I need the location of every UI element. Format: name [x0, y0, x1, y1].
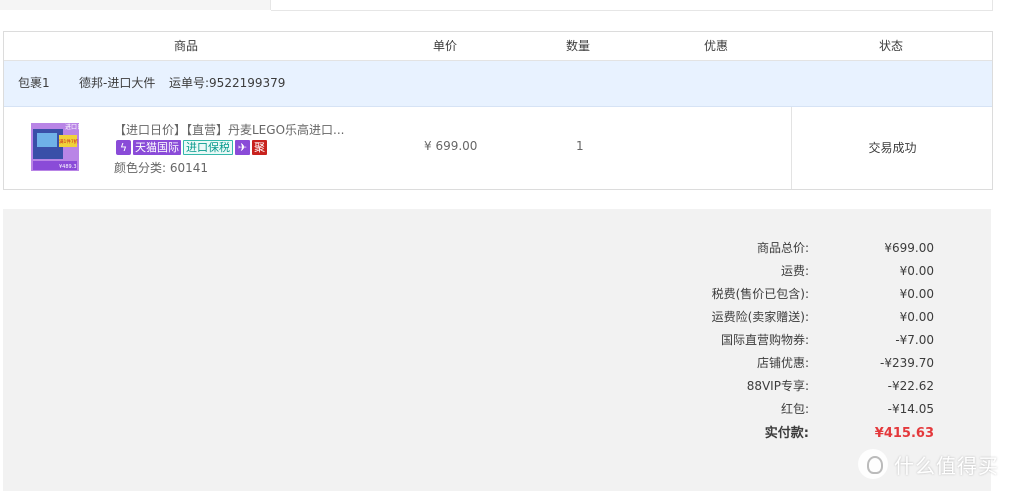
juhuasuan-badge: 聚 — [252, 139, 267, 155]
summary-value: ¥0.00 — [899, 287, 934, 301]
product-color-variant: 颜色分类: 60141 — [114, 161, 209, 175]
summary-label: 运费险(卖家赠送): — [711, 310, 809, 324]
summary-value: ¥0.00 — [899, 310, 934, 324]
thumb-price-text: ¥489.3 — [59, 164, 77, 170]
watermark: 什么值得买 — [858, 447, 999, 481]
thumb-promo-text: 满1件7折 — [59, 138, 79, 145]
package-row: 包裹1 德邦-进口大件 运单号:9522199379 — [4, 61, 992, 107]
package-tracking-number[interactable]: 运单号:9522199379 — [169, 61, 285, 106]
table-header: 商品 单价 数量 优惠 状态 — [4, 32, 992, 61]
summary-label: 红包: — [780, 402, 809, 416]
lightning-icon: ϟ — [116, 139, 131, 155]
header-product: 商品 — [174, 39, 199, 53]
summary-label: 店铺优惠: — [756, 356, 809, 370]
summary-value: -¥14.05 — [887, 402, 934, 416]
summary-label: 商品总价: — [756, 241, 809, 255]
previous-right-cell — [271, 0, 993, 11]
summary-row: 店铺优惠: -¥239.70 — [3, 352, 991, 374]
previous-left-cell — [0, 0, 271, 10]
summary-label: 运费: — [780, 264, 809, 278]
product-unit-price: ¥ 699.00 — [424, 139, 478, 153]
status-cell: 交易成功 — [791, 107, 993, 189]
summary-value: -¥22.62 — [887, 379, 934, 393]
summary-row: 商品总价: ¥699.00 — [3, 237, 991, 259]
bonded-import-badge: 进口保税 — [183, 139, 233, 155]
previous-section-strip — [0, 0, 993, 11]
header-status: 状态 — [879, 39, 904, 53]
order-item-row: 进口日 满1件7折 ¥489.3 【进口日价】【直营】丹麦LEGO乐高进口...… — [4, 107, 992, 189]
total-label: 实付款: — [764, 426, 809, 441]
product-quantity: 1 — [576, 139, 584, 153]
product-title-link[interactable]: 【进口日价】【直营】丹麦LEGO乐高进口... — [114, 121, 344, 138]
summary-label: 88VIP专享: — [746, 379, 809, 393]
airplane-icon: ✈ — [235, 139, 250, 155]
thumb-tag-text: 进口日 — [65, 123, 81, 131]
summary-row: 红包: -¥14.05 — [3, 398, 991, 420]
summary-row: 88VIP专享: -¥22.62 — [3, 375, 991, 397]
summary-value: ¥0.00 — [899, 264, 934, 278]
package-label: 包裹1 — [18, 76, 50, 90]
header-discount: 优惠 — [704, 39, 729, 53]
watermark-logo-icon — [858, 449, 888, 479]
payment-summary: 商品总价: ¥699.00 运费: ¥0.00 税费(售价已包含): ¥0.00… — [3, 209, 991, 491]
summary-row: 国际直营购物券: -¥7.00 — [3, 329, 991, 351]
order-status: 交易成功 — [868, 141, 917, 155]
summary-value: -¥7.00 — [895, 333, 934, 347]
watermark-text: 什么值得买 — [894, 453, 999, 478]
total-value: ¥415.63 — [874, 426, 934, 441]
tmall-international-badge: 天猫国际 — [133, 139, 181, 155]
summary-total-row: 实付款: ¥415.63 — [3, 423, 991, 445]
summary-row: 税费(售价已包含): ¥0.00 — [3, 283, 991, 305]
package-carrier: 德邦-进口大件 — [79, 76, 156, 90]
summary-label: 税费(售价已包含): — [711, 287, 809, 301]
summary-row: 运费: ¥0.00 — [3, 260, 991, 282]
summary-label: 国际直营购物券: — [720, 333, 809, 347]
order-items-table: 商品 单价 数量 优惠 状态 包裹1 德邦-进口大件 运单号:952219937… — [3, 31, 993, 190]
summary-row: 运费险(卖家赠送): ¥0.00 — [3, 306, 991, 328]
summary-value: ¥699.00 — [884, 241, 934, 255]
product-thumbnail[interactable]: 进口日 满1件7折 ¥489.3 — [29, 121, 83, 173]
header-unit-price: 单价 — [433, 39, 458, 53]
header-quantity: 数量 — [566, 39, 591, 53]
summary-value: -¥239.70 — [880, 356, 934, 370]
product-badges: ϟ 天猫国际 进口保税 ✈ 聚 — [116, 139, 267, 155]
